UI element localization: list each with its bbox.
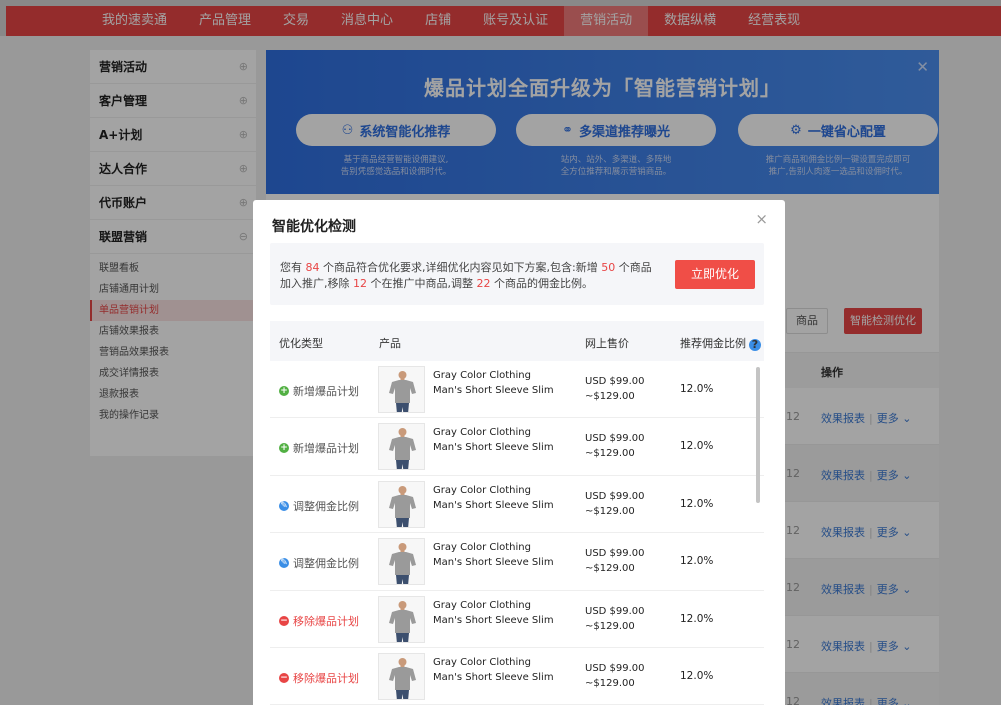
help-icon[interactable]: ? — [749, 339, 761, 351]
notice-text: 您有 84 个商品符合优化要求,详细优化内容见如下方案,包含:新增 50 个商品… — [280, 261, 652, 290]
product-name[interactable]: Gray Color Clothing Man's Short Sleeve S… — [433, 425, 563, 455]
product-price: USD $99.00 ~$129.00 — [585, 489, 645, 519]
col-price: 网上售价 — [585, 337, 629, 350]
model-shirt-image — [389, 543, 416, 585]
price-line: USD $99.00 — [585, 548, 645, 560]
price-line: ~$129.00 — [585, 677, 635, 689]
price-line: ~$129.00 — [585, 391, 635, 402]
price-line: ~$129.00 — [585, 505, 635, 517]
commission-rate: 12.0% — [680, 612, 714, 625]
model-shirt-image — [389, 657, 416, 699]
commission-rate: 12.0% — [680, 669, 714, 682]
product-thumbnail[interactable] — [378, 538, 425, 586]
optimize-type-label: 移除爆品计划 — [293, 671, 359, 685]
optimize-type: ✎ 调整佣金比例 — [279, 555, 359, 571]
close-icon[interactable]: × — [755, 210, 768, 228]
commission-rate: 12.0% — [680, 383, 714, 395]
price-line: USD $99.00 — [585, 490, 645, 502]
price-line: USD $99.00 — [585, 376, 645, 387]
product-thumbnail[interactable] — [378, 480, 425, 528]
price-line: USD $99.00 — [585, 605, 645, 617]
product-name[interactable]: Gray Color Clothing Man's Short Sleeve S… — [433, 368, 563, 398]
price-line: USD $99.00 — [585, 662, 645, 674]
optimize-type: + 新增爆品计划 — [279, 440, 359, 456]
optimize-type: ✎ 调整佣金比例 — [279, 498, 359, 514]
product-price: USD $99.00 ~$129.00 — [585, 374, 645, 404]
product-price: USD $99.00 ~$129.00 — [585, 604, 645, 634]
plus-circle-icon: + — [279, 443, 289, 454]
notice-count-adjust: 22 — [476, 277, 491, 290]
optimize-row: − 移除爆品计划 Gray Color Clothing Man's Short S… — [270, 591, 764, 648]
notice-count-total: 84 — [305, 261, 320, 274]
optimize-row: ✎ 调整佣金比例 Gray Color Clothing Man's Short S… — [270, 476, 764, 534]
product-name[interactable]: Gray Color Clothing Man's Short Sleeve S… — [433, 483, 563, 513]
optimize-row: + 新增爆品计划 Gray Color Clothing Man's Short S… — [270, 361, 764, 419]
optimize-table-header: 优化类型 产品 网上售价 推荐佣金比例? — [270, 321, 764, 361]
plus-circle-icon: + — [279, 386, 289, 396]
model-shirt-image — [389, 485, 416, 527]
modal-title: 智能优化检测 — [272, 219, 356, 235]
product-name[interactable]: Gray Color Clothing Man's Short Sleeve S… — [433, 655, 563, 685]
optimize-row: ✎ 调整佣金比例 Gray Color Clothing Man's Short S… — [270, 533, 764, 591]
edit-circle-icon: ✎ — [279, 500, 289, 511]
price-line: ~$129.00 — [585, 448, 635, 460]
product-thumbnail[interactable] — [378, 595, 425, 643]
model-shirt-image — [389, 600, 416, 642]
product-name[interactable]: Gray Color Clothing Man's Short Sleeve S… — [433, 598, 563, 628]
product-name[interactable]: Gray Color Clothing Man's Short Sleeve S… — [433, 540, 563, 570]
optimize-type-label: 移除爆品计划 — [293, 614, 359, 628]
product-price: USD $99.00 ~$129.00 — [585, 546, 645, 576]
notice-count-add: 50 — [601, 261, 616, 274]
price-line: ~$129.00 — [585, 563, 635, 575]
product-thumbnail[interactable] — [378, 652, 425, 700]
price-line: USD $99.00 — [585, 433, 645, 445]
col-type: 优化类型 — [279, 337, 323, 350]
edit-circle-icon: ✎ — [279, 558, 289, 569]
smart-optimize-modal: 智能优化检测 × 您有 84 个商品符合优化要求,详细优化内容见如下方案,包含:… — [253, 200, 785, 705]
optimize-table: 优化类型 产品 网上售价 推荐佣金比例? + 新增爆品计划 Gray Color C… — [270, 321, 764, 705]
model-shirt-image — [389, 371, 416, 412]
product-price: USD $99.00 ~$129.00 — [585, 661, 645, 691]
optimize-type: − 移除爆品计划 — [279, 613, 359, 629]
product-thumbnail[interactable] — [378, 423, 425, 471]
commission-rate: 12.0% — [680, 440, 714, 453]
optimize-type-label: 新增爆品计划 — [293, 385, 359, 398]
model-shirt-image — [389, 428, 416, 470]
price-line: ~$129.00 — [585, 620, 635, 632]
col-commission: 推荐佣金比例? — [680, 335, 761, 351]
scrollbar[interactable] — [756, 367, 760, 503]
commission-rate: 12.0% — [680, 497, 714, 510]
optimize-row: + 新增爆品计划 Gray Color Clothing Man's Short S… — [270, 418, 764, 476]
optimize-type-label: 调整佣金比例 — [293, 557, 359, 571]
commission-rate: 12.0% — [680, 555, 714, 568]
optimize-type-label: 调整佣金比例 — [293, 499, 359, 513]
optimize-type: + 新增爆品计划 — [279, 383, 359, 399]
optimize-now-button[interactable]: 立即优化 — [675, 260, 755, 289]
optimize-type-label: 新增爆品计划 — [293, 442, 359, 456]
optimize-rows: + 新增爆品计划 Gray Color Clothing Man's Short S… — [270, 361, 764, 705]
notice-count-remove: 12 — [353, 277, 367, 290]
optimize-type: − 移除爆品计划 — [279, 670, 359, 686]
optimize-notice: 您有 84 个商品符合优化要求,详细优化内容见如下方案,包含:新增 50 个商品… — [270, 243, 764, 305]
product-price: USD $99.00 ~$129.00 — [585, 431, 645, 461]
minus-circle-icon: − — [279, 672, 289, 683]
product-thumbnail[interactable] — [378, 366, 425, 413]
minus-circle-icon: − — [279, 615, 289, 626]
col-product: 产品 — [379, 337, 401, 350]
optimize-row: − 移除爆品计划 Gray Color Clothing Man's Short S… — [270, 648, 764, 705]
